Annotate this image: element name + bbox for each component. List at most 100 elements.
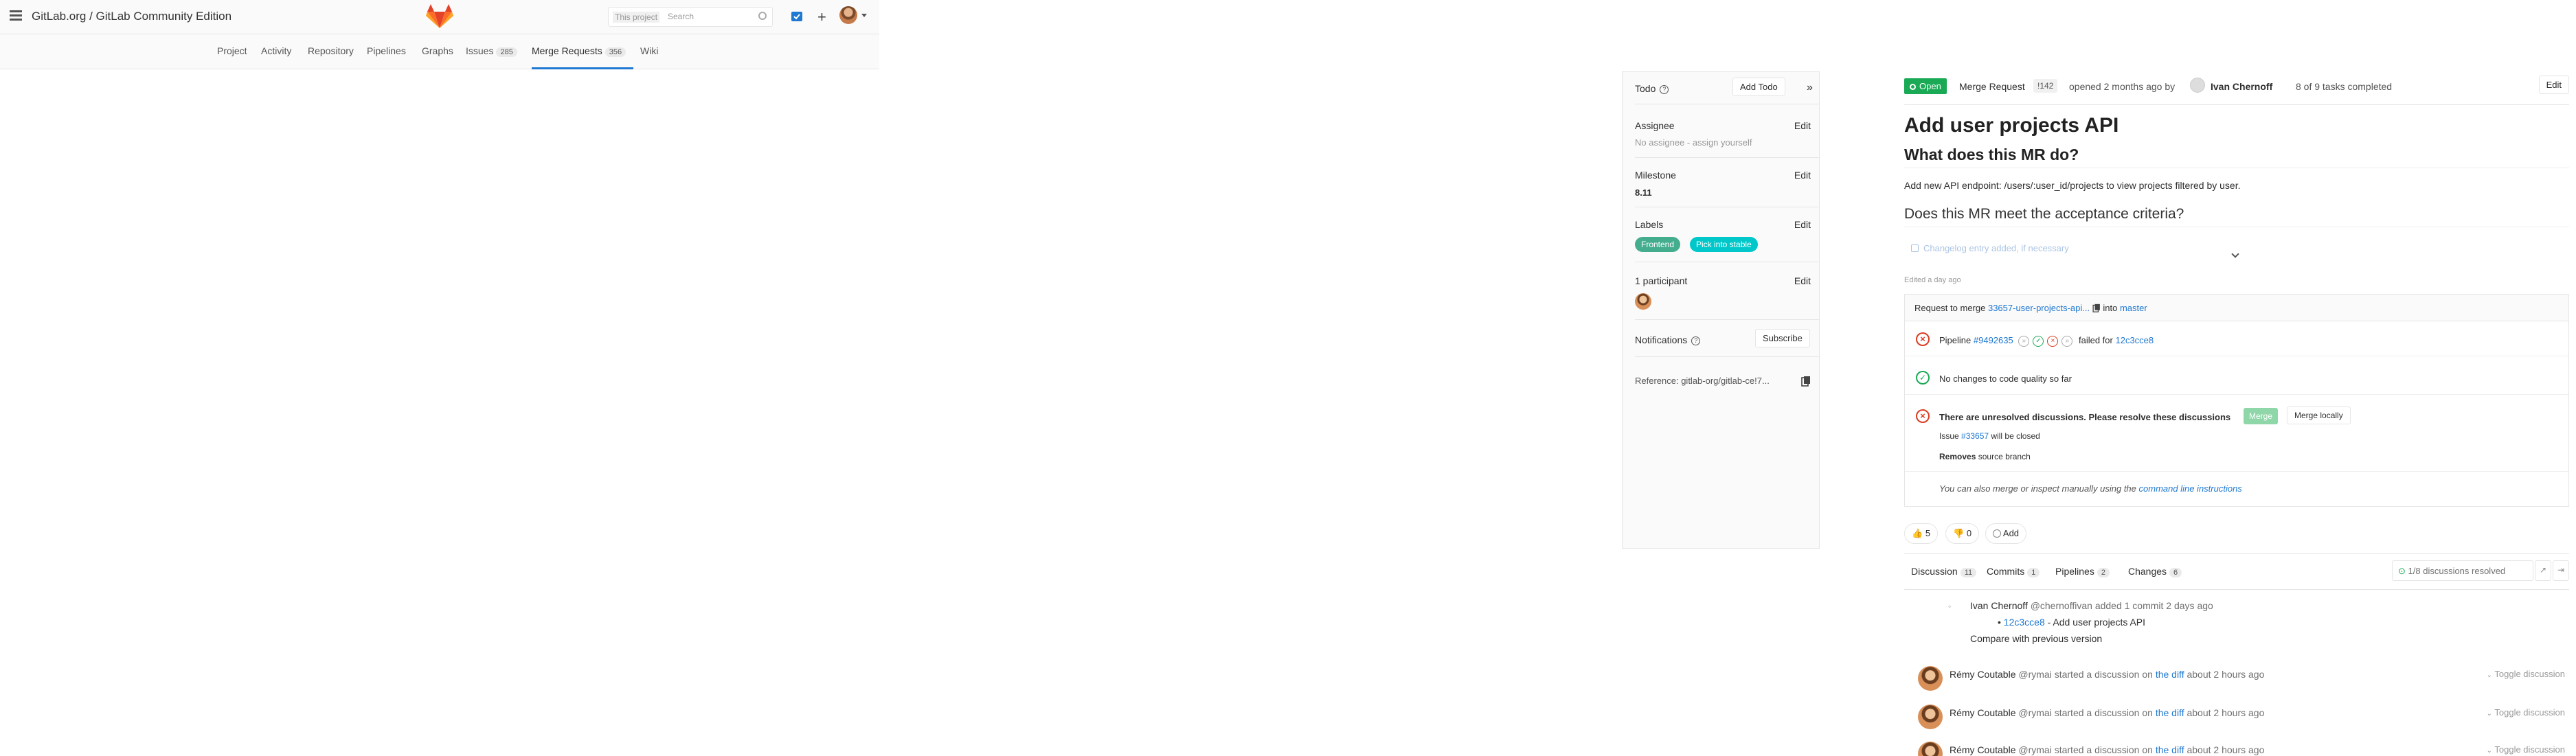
thumbs-up-button[interactable]: 👍 5	[1904, 523, 1939, 544]
tab-issues[interactable]: Issues 285	[466, 45, 517, 57]
toggle-discussion-button[interactable]: ⌄ Toggle discussion	[2487, 669, 2565, 679]
tab-label: Issues	[466, 45, 494, 56]
project-nav: Project Activity Repository Pipelines Gr…	[0, 34, 879, 69]
request-to-merge-text: Request to merge 33657-user-projects-api…	[1914, 303, 2147, 313]
collapse-sidebar-icon[interactable]: »	[1807, 82, 1813, 94]
todos-icon[interactable]	[790, 10, 804, 23]
heading-what-does-this-mr-do: What does this MR do?	[1904, 146, 2079, 163]
source-branch-link[interactable]: 33657-user-projects-api...	[1988, 303, 2090, 313]
author-avatar[interactable]	[2190, 78, 2205, 93]
edited-text: Edited a day ago	[1904, 276, 1961, 284]
commit-icon: ◦	[1948, 602, 1952, 611]
failed-stage-icon[interactable]: ×	[2047, 335, 2059, 347]
labels-edit-link[interactable]: Edit	[1794, 219, 1811, 230]
participants-label: 1 participant	[1635, 275, 1688, 286]
edit-button[interactable]: Edit	[2538, 76, 2569, 94]
tab-wiki[interactable]: Wiki	[640, 45, 658, 56]
chevron-down-icon[interactable]	[2231, 250, 2239, 258]
tab-pipelines-mr[interactable]: Pipelines 2	[2055, 566, 2110, 577]
assignee-edit-link[interactable]: Edit	[1794, 120, 1811, 131]
command-line-instructions-link[interactable]: command line instructions	[2139, 483, 2242, 494]
diff-link[interactable]: the diff	[2156, 744, 2184, 755]
tasks-status: 8 of 9 tasks completed	[2296, 81, 2393, 92]
new-issue-icon[interactable]: ↗	[2535, 560, 2551, 581]
avatar[interactable]	[1918, 742, 1943, 756]
checkbox-icon[interactable]	[1911, 244, 1919, 252]
tab-label: Activity	[261, 45, 292, 56]
mr-description: Add new API endpoint: /users/:user_id/pr…	[1904, 180, 2241, 191]
status-badge: Open	[1904, 78, 1947, 94]
hamburger-icon[interactable]	[10, 10, 22, 21]
commit-link[interactable]: 12c3cce8	[2115, 335, 2154, 345]
merge-locally-button[interactable]: Merge locally	[2287, 406, 2351, 424]
tab-label: Graphs	[422, 45, 453, 56]
compare-versions-link[interactable]: Compare with previous version	[1970, 633, 2102, 644]
tab-changes[interactable]: Changes 6	[2128, 566, 2182, 577]
failed-status-icon[interactable]: ×	[1916, 332, 1930, 346]
toggle-discussion-button[interactable]: ⌄ Toggle discussion	[2487, 744, 2565, 755]
pipeline-link[interactable]: #9492635	[1974, 335, 2013, 345]
skipped-stage-icon[interactable]: »	[2061, 335, 2073, 347]
toggle-discussion-button[interactable]: ⌄ Toggle discussion	[2487, 707, 2565, 718]
chevron-down-icon[interactable]	[861, 14, 867, 17]
participants-edit-link[interactable]: Edit	[1794, 275, 1811, 286]
tab-activity[interactable]: Activity	[261, 45, 291, 56]
avatar[interactable]	[1918, 705, 1943, 729]
check-circle-icon: ⊙	[2398, 566, 2406, 576]
breadcrumb[interactable]: GitLab.org / GitLab Community Edition	[32, 10, 231, 23]
target-branch-link[interactable]: master	[2120, 303, 2147, 313]
help-icon[interactable]: ?	[1660, 84, 1669, 94]
passed-stage-icon[interactable]: ✓	[2033, 335, 2044, 347]
removes-source-branch-text: Removes source branch	[1939, 452, 2031, 461]
clipboard-icon[interactable]	[1801, 376, 1811, 387]
diff-link[interactable]: the diff	[2156, 669, 2184, 680]
skipped-stage-icon[interactable]: »	[2018, 335, 2030, 347]
merge-requests-count: 356	[605, 47, 626, 57]
heading-acceptance-criteria: Does this MR meet the acceptance criteri…	[1904, 206, 2184, 222]
label-pick-into-stable[interactable]: Pick into stable	[1690, 237, 1758, 252]
avatar[interactable]	[839, 6, 857, 24]
tab-pipelines[interactable]: Pipelines	[367, 45, 406, 56]
tab-commits[interactable]: Commits 1	[1987, 566, 2040, 577]
tab-merge-requests[interactable]: Merge Requests 356	[532, 45, 626, 57]
clipboard-icon[interactable]	[2092, 303, 2101, 312]
avatar[interactable]	[1918, 666, 1943, 691]
thumbs-down-button[interactable]: 👎 0	[1945, 523, 1980, 544]
tab-discussion[interactable]: Discussion 11	[1911, 566, 1977, 577]
search-input[interactable]: This project Search	[608, 7, 773, 27]
opened-text: opened 2 months ago by	[2069, 81, 2176, 92]
help-icon[interactable]: ?	[1691, 336, 1701, 345]
tab-label: Project	[217, 45, 247, 56]
subscribe-button[interactable]: Subscribe	[1755, 329, 1810, 347]
tab-project[interactable]: Project	[217, 45, 247, 56]
thumbs-up-icon: 👍	[1912, 528, 1923, 538]
reference-text: Reference: gitlab-org/gitlab-ce!7...	[1635, 376, 1770, 386]
label-frontend[interactable]: Frontend	[1635, 237, 1681, 252]
issue-link[interactable]: #33657	[1961, 431, 1989, 441]
participant-avatar[interactable]	[1635, 293, 1651, 310]
mr-id[interactable]: !142	[2033, 79, 2058, 93]
gitlab-logo-icon[interactable]	[426, 3, 453, 30]
author-name[interactable]: Ivan Chernoff	[2211, 81, 2272, 92]
discussions-resolved-indicator[interactable]: ⊙ 1/8 discussions resolved	[2392, 560, 2533, 581]
closes-issue-text: Issue #33657 will be closed	[1939, 431, 2040, 441]
tab-repository[interactable]: Repository	[308, 45, 354, 56]
merge-button[interactable]: Merge	[2244, 408, 2279, 424]
commit-link[interactable]: 12c3cce8	[2004, 617, 2045, 628]
assignee-label: Assignee	[1635, 120, 1675, 131]
add-award-button[interactable]: Add	[1985, 523, 2027, 544]
tab-label: Pipelines	[367, 45, 406, 56]
divider	[1904, 104, 2569, 105]
assignee-value[interactable]: No assignee - assign yourself	[1635, 137, 1752, 148]
milestone-edit-link[interactable]: Edit	[1794, 170, 1811, 181]
milestone-value[interactable]: 8.11	[1635, 187, 1652, 198]
thumbs-down-icon: 👎	[1953, 528, 1965, 538]
plus-icon[interactable]: +	[817, 8, 826, 26]
jump-to-discussion-icon[interactable]: ⇥	[2553, 560, 2569, 581]
diff-link[interactable]: the diff	[2156, 707, 2184, 718]
search-scope: This project	[613, 12, 660, 23]
add-todo-button[interactable]: Add Todo	[1732, 78, 1785, 96]
merge-request-widget-body: × Pipeline #9492635 » ✓ ×» failed for 12c3…	[1904, 321, 2569, 507]
milestone-label: Milestone	[1635, 170, 1676, 181]
tab-graphs[interactable]: Graphs	[422, 45, 453, 56]
